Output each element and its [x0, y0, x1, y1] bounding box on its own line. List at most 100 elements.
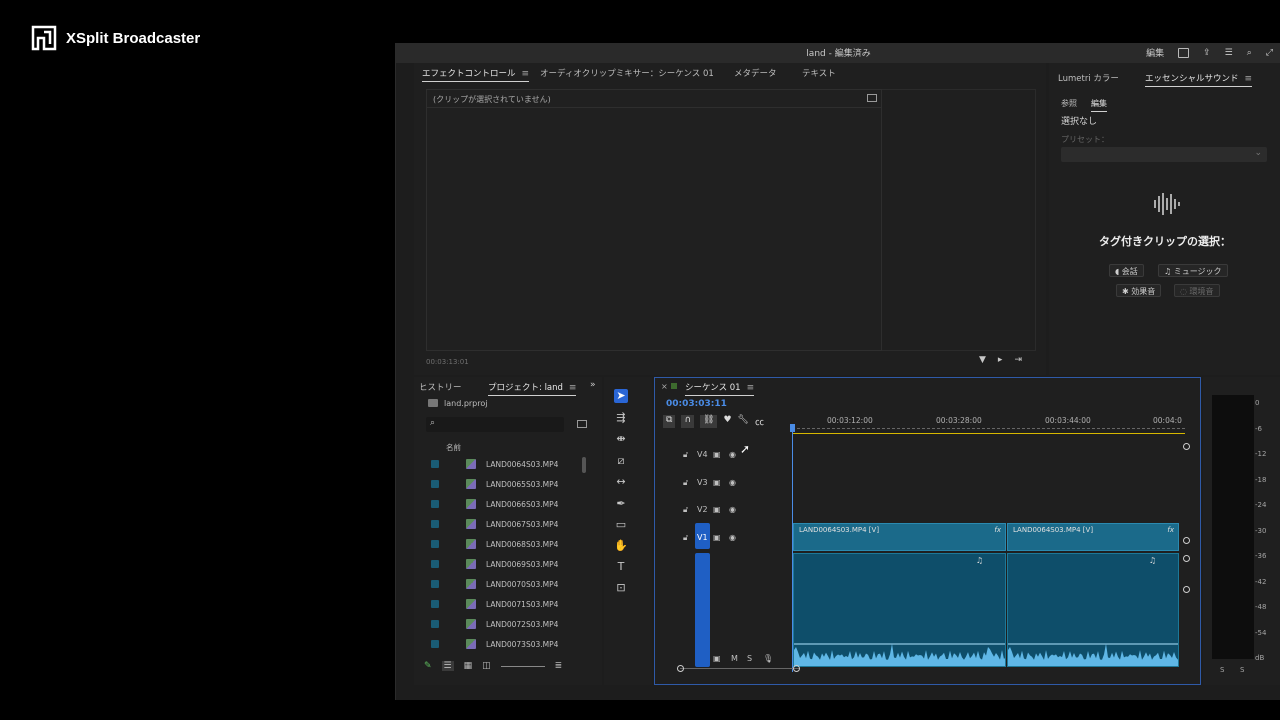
list-item[interactable]: LAND0066S03.MP4	[414, 495, 594, 515]
video-clip[interactable]: LAND0064S03.MP4 [V] fx	[1007, 523, 1179, 551]
list-item[interactable]: LAND0071S03.MP4	[414, 595, 594, 615]
eye-icon[interactable]: ◉	[729, 450, 736, 459]
label-color-icon[interactable]	[431, 620, 439, 628]
label-color-icon[interactable]	[431, 560, 439, 568]
lock-icon[interactable]: 🔓︎	[683, 505, 688, 515]
panel-menu-icon[interactable]: ≡	[522, 69, 530, 79]
dialogue-button[interactable]: ◖ 会話	[1109, 264, 1144, 277]
close-icon[interactable]: ×	[661, 382, 668, 391]
share-icon[interactable]: ⇪	[1203, 48, 1211, 58]
label-color-icon[interactable]	[431, 520, 439, 528]
settings-wrench-icon[interactable]: 🔧︎	[738, 415, 749, 428]
lock-icon[interactable]: 🔓︎	[683, 450, 688, 460]
sort-icon[interactable]: ≣	[555, 661, 563, 671]
audio-clip[interactable]: ♫	[1007, 553, 1179, 667]
tab-essential-sound[interactable]: エッセンシャルサウンド ≡	[1145, 72, 1252, 87]
captions-icon[interactable]: ㏄	[755, 415, 764, 428]
panel-menu-icon[interactable]: ≡	[747, 383, 755, 393]
tab-effect-controls[interactable]: エフェクトコントロール ≡	[422, 67, 529, 82]
label-color-icon[interactable]	[431, 480, 439, 488]
tab-text[interactable]: テキスト	[802, 67, 836, 79]
pen-tool-icon[interactable]: ✒	[614, 497, 628, 511]
list-item[interactable]: LAND0072S03.MP4	[414, 615, 594, 635]
list-item[interactable]: LAND0073S03.MP4	[414, 635, 594, 655]
more-panels-icon[interactable]: »	[590, 380, 596, 390]
scrollbar-thumb[interactable]	[582, 457, 586, 473]
slip-tool-icon[interactable]: ↔	[614, 475, 628, 489]
mute-button[interactable]: M	[731, 654, 738, 663]
list-item[interactable]: LAND0065S03.MP4	[414, 475, 594, 495]
track-output-icon[interactable]: ▣	[713, 505, 721, 514]
label-color-icon[interactable]	[431, 460, 439, 468]
filter-icon[interactable]: ▼	[979, 355, 986, 365]
solo-right-button[interactable]: S	[1240, 666, 1244, 674]
track-label-v2[interactable]: V2	[697, 505, 708, 514]
horizontal-scrollbar[interactable]	[677, 665, 800, 674]
track-output-icon[interactable]: ▣	[713, 533, 721, 542]
list-item[interactable]: LAND0064S03.MP4	[414, 455, 594, 475]
play-audio-icon[interactable]: ▸	[998, 355, 1003, 365]
label-color-icon[interactable]	[431, 540, 439, 548]
label-color-icon[interactable]	[431, 600, 439, 608]
eye-icon[interactable]: ◉	[729, 478, 736, 487]
toggle-timeline-icon[interactable]	[867, 94, 877, 102]
panel-layout-icon[interactable]	[1178, 47, 1190, 58]
list-item[interactable]: LAND0069S03.MP4	[414, 555, 594, 575]
linked-selection-icon[interactable]: ⛓	[700, 415, 718, 428]
tab-project[interactable]: プロジェクト: land ≡	[488, 381, 576, 396]
audio-clip[interactable]: ♫	[793, 553, 1006, 667]
tab-history[interactable]: ヒストリー	[419, 381, 462, 393]
track-target-a1[interactable]	[695, 553, 710, 667]
panel-menu-icon[interactable]: ≡	[1245, 74, 1253, 84]
timeline-timecode[interactable]: 00:03:03:11	[666, 399, 727, 409]
track-output-icon[interactable]: ▣	[713, 654, 721, 663]
solo-button[interactable]: S	[747, 654, 752, 663]
preset-dropdown[interactable]: ⌄	[1061, 147, 1267, 162]
panel-menu-icon[interactable]: ≡	[569, 383, 577, 393]
vertical-scrollbar[interactable]	[1183, 443, 1191, 593]
eye-icon[interactable]: ◉	[729, 505, 736, 514]
freeform-view-icon[interactable]: ◫	[482, 661, 491, 671]
export-icon[interactable]: ⇥	[1014, 355, 1022, 365]
search-icon[interactable]: ⌕	[1247, 48, 1252, 58]
list-item[interactable]: LAND0067S03.MP4	[414, 515, 594, 535]
track-label-v4[interactable]: V4	[697, 450, 708, 459]
settings-icon[interactable]: ☰	[1225, 48, 1233, 58]
ripple-edit-tool-icon[interactable]: ⇼	[614, 432, 628, 446]
tab-metadata[interactable]: メタデータ	[734, 67, 777, 79]
tab-audio-clip-mixer[interactable]: オーディオクリップミキサー：シーケンス 01	[540, 67, 714, 79]
list-view-icon[interactable]: ☰	[441, 661, 454, 671]
track-select-tool-icon[interactable]: ⇶	[614, 411, 628, 425]
sfx-button[interactable]: ✱ 効果音	[1116, 284, 1162, 297]
icon-view-icon[interactable]: ▦	[464, 661, 473, 671]
add-marker-icon[interactable]: ♥	[723, 415, 731, 428]
label-color-icon[interactable]	[431, 580, 439, 588]
list-item[interactable]: LAND0070S03.MP4	[414, 575, 594, 595]
tab-sequence[interactable]: シーケンス 01 ≡	[685, 381, 754, 396]
solo-left-button[interactable]: S	[1220, 666, 1224, 674]
fullscreen-icon[interactable]: ⤢	[1266, 48, 1273, 58]
subtab-browse[interactable]: 参照	[1061, 98, 1077, 109]
work-area-bar[interactable]	[792, 433, 1185, 434]
lock-icon[interactable]: 🔓︎	[683, 533, 688, 543]
track-label-v3[interactable]: V3	[697, 478, 708, 487]
hand-tool-icon[interactable]: ✋	[614, 539, 628, 553]
new-bin-icon[interactable]	[577, 420, 587, 428]
lock-icon[interactable]: 🔓︎	[683, 478, 688, 488]
column-header-name[interactable]: 名前	[446, 442, 461, 453]
workspace-label[interactable]: 編集	[1146, 46, 1164, 59]
label-color-icon[interactable]	[431, 640, 439, 648]
selection-tool-icon[interactable]: ➤	[614, 389, 628, 403]
label-color-icon[interactable]	[431, 500, 439, 508]
eye-icon[interactable]: ◉	[729, 533, 736, 542]
nest-icon[interactable]: ⧉	[663, 415, 676, 428]
music-button[interactable]: ♫ ミュージック	[1158, 264, 1228, 277]
razor-tool-icon[interactable]: ⧄	[614, 454, 628, 468]
pencil-icon[interactable]: ✎	[424, 661, 432, 671]
rectangle-tool-icon[interactable]: ▭	[614, 518, 628, 532]
track-output-icon[interactable]: ▣	[713, 478, 721, 487]
zoom-slider[interactable]	[500, 665, 545, 667]
snap-icon[interactable]: ∩	[681, 415, 695, 428]
track-label-v1[interactable]: V1	[697, 533, 708, 542]
subtab-edit[interactable]: 編集	[1091, 98, 1107, 112]
